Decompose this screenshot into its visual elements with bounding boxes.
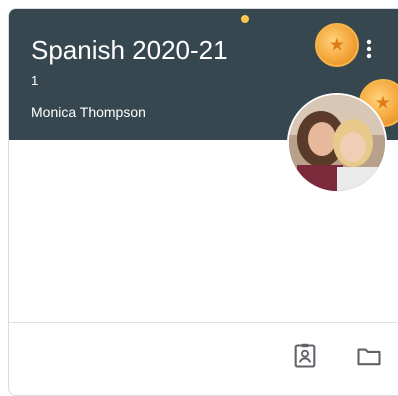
class-title[interactable]: Spanish 2020-21 — [31, 35, 228, 66]
class-section: 1 — [31, 73, 39, 88]
more-vert-icon[interactable] — [361, 37, 377, 61]
coin-decoration: ★ — [315, 23, 359, 67]
folder-icon[interactable] — [355, 342, 383, 370]
assignment-ind-icon[interactable] — [291, 342, 319, 370]
class-card[interactable]: ★ ★ Spanish 2020-21 1 Monica Thompson — [8, 8, 398, 396]
teacher-name: Monica Thompson — [31, 104, 146, 120]
decoration-dot — [241, 15, 249, 23]
card-divider — [9, 322, 398, 323]
teacher-avatar — [287, 93, 387, 193]
